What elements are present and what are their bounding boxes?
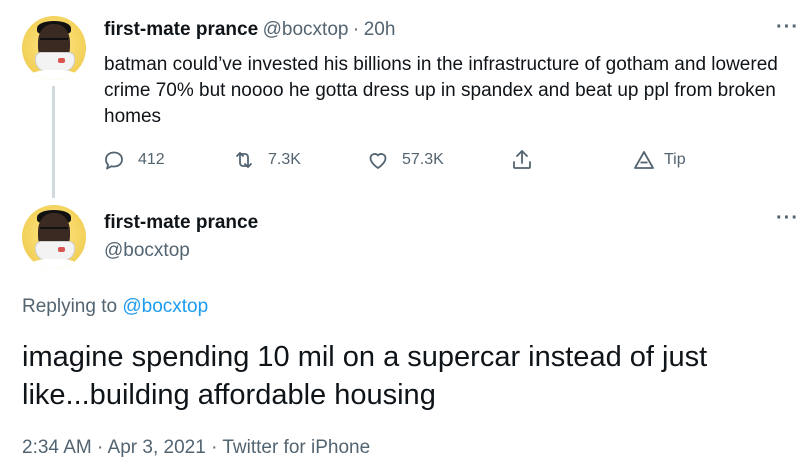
heart-icon xyxy=(369,153,387,169)
retweet-icon xyxy=(236,152,252,168)
avatar-shirt xyxy=(28,259,80,269)
parent-tweet-header: first-mate prance @bocxtop · 20h xyxy=(104,19,395,41)
share-button[interactable] xyxy=(510,148,534,172)
parent-tweet-text: batman could’ve invested his billions in… xyxy=(104,54,778,127)
reply-icon xyxy=(105,151,123,170)
avatar-glasses xyxy=(40,38,68,46)
replying-to-line: Replying to @bocxtop xyxy=(22,296,208,318)
tip-label: Tip xyxy=(664,151,686,168)
avatar[interactable] xyxy=(22,16,86,80)
avatar-mask xyxy=(35,241,75,261)
avatar-shirt xyxy=(28,70,80,80)
tweet-time[interactable]: 20h xyxy=(364,19,396,40)
reply-count: 412 xyxy=(138,151,165,168)
thread-connector-line xyxy=(52,86,55,198)
reply-author-handle[interactable]: @bocxtop xyxy=(104,240,258,262)
like-button[interactable]: 57.3K xyxy=(366,148,444,172)
reply-avatar[interactable] xyxy=(22,205,86,269)
retweet-button[interactable]: 7.3K xyxy=(232,148,301,172)
replying-prefix: Replying to xyxy=(22,296,118,317)
like-count: 57.3K xyxy=(402,151,444,168)
time-separator: · xyxy=(352,19,360,40)
reply-author-block: first-mate prance @bocxtop xyxy=(104,212,258,262)
author-handle[interactable]: @bocxtop xyxy=(263,19,349,40)
tweet-actions-bar: 412 7.3K 57.3K Tip xyxy=(102,144,722,176)
tweet-timestamp-footer[interactable]: 2:34 AM · Apr 3, 2021 · Twitter for iPho… xyxy=(22,437,370,459)
retweet-count: 7.3K xyxy=(268,151,301,168)
tip-button[interactable]: Tip xyxy=(632,148,686,172)
avatar-mask xyxy=(35,52,75,72)
author-name[interactable]: first-mate prance xyxy=(104,19,258,40)
tip-icon xyxy=(634,151,654,169)
replying-to-link[interactable]: @bocxtop xyxy=(122,296,208,317)
avatar-glasses xyxy=(40,227,68,235)
reply-tweet-text: imagine spending 10 mil on a supercar in… xyxy=(22,341,708,411)
reply-button[interactable]: 412 xyxy=(102,148,165,172)
more-options-button[interactable]: ··· xyxy=(776,16,799,39)
reply-author-name[interactable]: first-mate prance xyxy=(104,212,258,234)
share-icon xyxy=(513,150,531,169)
reply-more-options-button[interactable]: ··· xyxy=(776,207,799,230)
